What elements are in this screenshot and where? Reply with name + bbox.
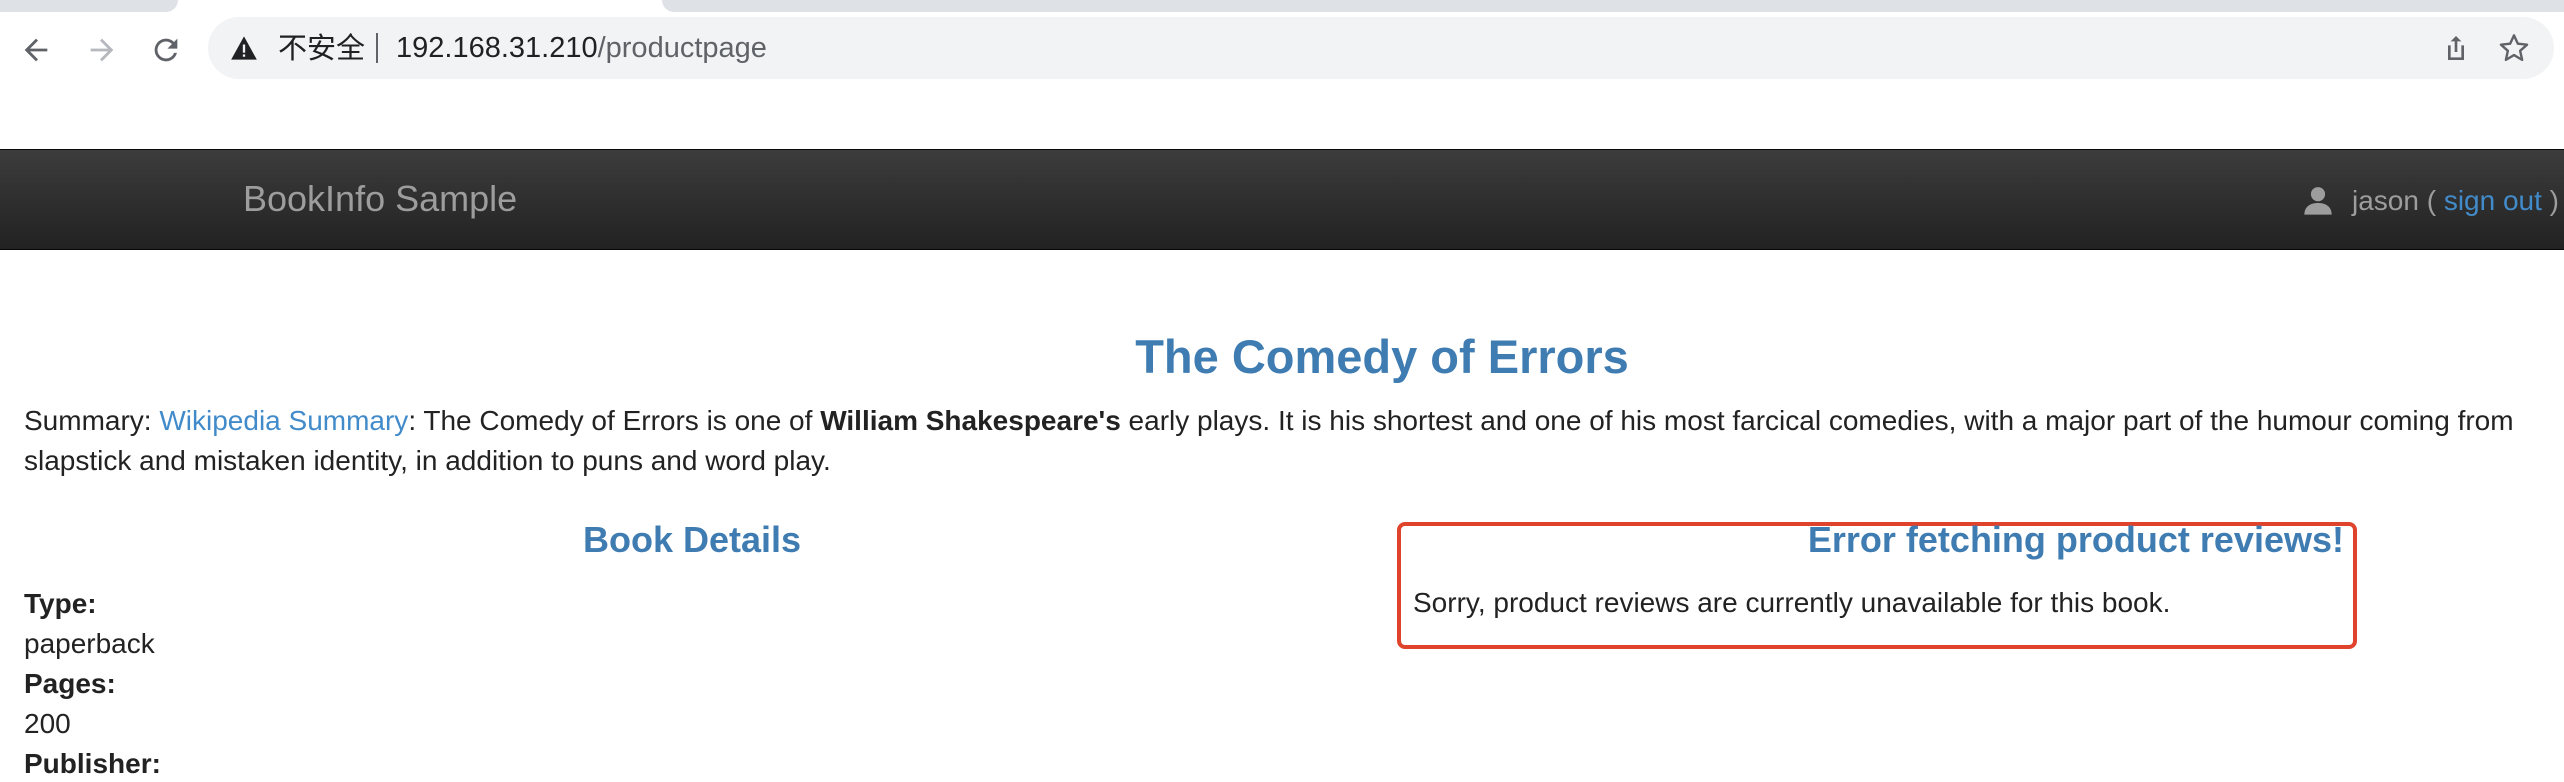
star-icon[interactable]	[2498, 32, 2530, 64]
book-details-heading: Book Details	[583, 519, 802, 560]
book-summary: Summary: Wikipedia Summary: The Comedy o…	[24, 401, 2564, 481]
brand-link[interactable]: BookInfo Sample	[243, 178, 517, 220]
browser-toolbar: 不安全 192.168.31.210/productpage	[0, 12, 2564, 84]
inactive-tab[interactable]	[662, 0, 2564, 12]
pages-value: 200	[24, 708, 71, 739]
share-icon[interactable]	[2440, 32, 2472, 64]
pages-label: Pages:	[24, 668, 116, 699]
book-title: The Comedy of Errors	[1135, 330, 1629, 383]
url-host: 192.168.31.210	[396, 32, 598, 64]
inactive-tab[interactable]	[0, 0, 178, 12]
user-menu: jason ( sign out )	[2304, 180, 2559, 222]
publisher-label: Publisher:	[24, 748, 161, 779]
sign-out-link[interactable]: sign out	[2444, 185, 2542, 217]
reload-icon[interactable]	[146, 30, 186, 70]
summary-label: Summary:	[24, 405, 152, 436]
url-path: /productpage	[597, 32, 767, 64]
username: jason	[2351, 185, 2419, 216]
paren-close: )	[2549, 185, 2559, 216]
tab-strip	[0, 0, 2564, 12]
back-arrow-icon[interactable]	[16, 30, 56, 70]
forward-arrow-icon[interactable]	[82, 30, 122, 70]
warning-icon[interactable]	[230, 35, 258, 61]
summary-author: William Shakespeare's	[820, 405, 1121, 436]
url-text[interactable]: 192.168.31.210/productpage	[396, 30, 767, 66]
reviews-error-message: Sorry, product reviews are currently una…	[1413, 587, 2171, 618]
app-navbar: BookInfo Sample jason ( sign out )	[0, 149, 2564, 250]
type-label: Type:	[24, 588, 97, 619]
type-value: paperback	[24, 628, 155, 659]
paren-open: (	[2426, 185, 2437, 216]
user-icon	[2304, 187, 2332, 215]
address-bar[interactable]: 不安全 192.168.31.210/productpage	[208, 17, 2554, 79]
address-separator	[376, 33, 378, 63]
reviews-error-heading: Error fetching product reviews!	[1807, 519, 2344, 560]
summary-text: : The Comedy of Errors is one of	[408, 405, 821, 436]
wikipedia-summary-link[interactable]: Wikipedia Summary	[159, 405, 408, 436]
security-label[interactable]: 不安全	[278, 31, 365, 65]
